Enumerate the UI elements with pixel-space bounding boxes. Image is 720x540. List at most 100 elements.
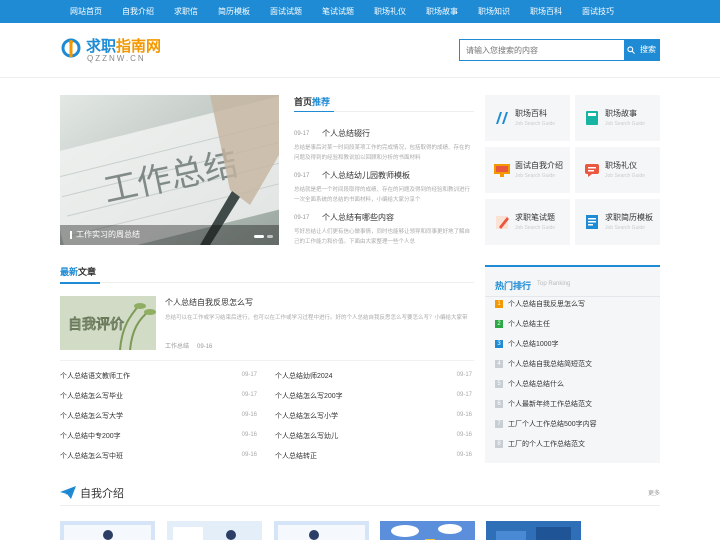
more-link[interactable]: 更多 — [648, 488, 660, 497]
nav-written-tests[interactable]: 笔试试题 — [312, 0, 364, 23]
category-grid: 职场百科 Job Search Guide 职场故事 Job Search Gu… — [485, 95, 660, 245]
latest-main-thumbnail[interactable]: 自我评价 — [60, 296, 156, 350]
latest-main-image: 自我评价 — [60, 296, 156, 350]
list-item[interactable]: 个人总结怎么写幼儿 09-16 — [275, 431, 472, 443]
hot-item[interactable]: 4 个人总结自我总结简短范文 — [495, 359, 655, 371]
hot-item[interactable]: 1 个人总结自我反思怎么写 — [495, 299, 655, 311]
chat-icon — [585, 164, 599, 177]
list-item[interactable]: 个人总结语文教师工作 09-17 — [60, 371, 257, 383]
featured-item-title[interactable]: 个人总结辍行 — [322, 128, 370, 139]
nav-cover-letter[interactable]: 求职信 — [164, 0, 208, 23]
list-item[interactable]: 个人总结怎么写大学 09-16 — [60, 411, 257, 423]
list-item[interactable]: 个人总结转正 09-16 — [275, 451, 472, 463]
rank-badge: 6 — [495, 400, 503, 408]
monitor-icon — [494, 164, 510, 177]
nav-home[interactable]: 网站首页 — [60, 0, 112, 23]
latest-title: 最新文章 — [60, 267, 97, 277]
hot-item[interactable]: 6 个人最新年终工作总结范文 — [495, 399, 655, 411]
featured-item-title[interactable]: 个人总结有哪些内容 — [322, 212, 394, 223]
latest-main-title[interactable]: 个人总结自我反思怎么写 — [165, 297, 253, 308]
category-resume-templates[interactable]: 求职简历模板 Job Search Guide — [575, 199, 660, 245]
intro-card-image — [380, 521, 475, 540]
self-intro-divider — [60, 505, 660, 506]
banner-pagination — [254, 235, 273, 238]
latest-divider — [60, 282, 474, 284]
hot-item[interactable]: 3 个人总结1000字 — [495, 339, 655, 351]
featured-date: 09-17 — [294, 172, 310, 179]
featured-section: 首页推荐 09-17 个人总结辍行 总结是事后对某一时间段某项工作的完成情况，包括… — [294, 95, 474, 245]
pen-icon — [496, 216, 509, 229]
nav-encyclopedia[interactable]: 职场百科 — [520, 0, 572, 23]
nav-interview-questions[interactable]: 面试试题 — [260, 0, 312, 23]
site-logo[interactable]: 求职指南网 QZZNW.CN — [60, 35, 170, 67]
intro-card-image — [486, 521, 581, 540]
search-input[interactable] — [460, 40, 623, 60]
hot-item[interactable]: 5 个人总结总结什么 — [495, 379, 655, 391]
hot-item[interactable]: 2 个人总结主任 — [495, 319, 655, 331]
featured-date: 09-17 — [294, 214, 310, 221]
latest-main-meta: 工作总结 09-16 — [165, 341, 220, 350]
list-item[interactable]: 个人总结幼师2024 09-17 — [275, 371, 472, 383]
banner-dot-1[interactable] — [254, 235, 264, 238]
featured-item[interactable]: 09-17 个人总结幼儿园教师模板 总结就是把一个时间段取得的成绩、存在的问题及得… — [294, 170, 474, 205]
list-item[interactable]: 个人总结怎么写毕业 09-17 — [60, 391, 257, 403]
nav-interview-tips[interactable]: 面试技巧 — [572, 0, 624, 23]
hot-item[interactable]: 8 工厂的个人工作总结范文 — [495, 439, 655, 451]
rank-badge: 3 — [495, 340, 503, 348]
category-encyclopedia[interactable]: 职场百科 Job Search Guide — [485, 95, 570, 141]
banner-caption[interactable]: 工作实习的周总结 — [60, 225, 279, 245]
category-interview-intro[interactable]: 面试自我介绍 Job Search Guide — [485, 147, 570, 193]
logo-subtext: QZZNW.CN — [87, 54, 146, 63]
intro-card-image — [60, 521, 155, 540]
banner-dot-2[interactable] — [267, 235, 273, 238]
intro-card[interactable] — [274, 521, 369, 540]
intro-card[interactable] — [380, 521, 475, 540]
hot-ranking-subtitle: Top Ranking — [537, 281, 571, 287]
rank-badge: 1 — [495, 300, 503, 308]
search-icon — [627, 46, 635, 54]
hot-item[interactable]: 7 工厂个人工作总结500字内容 — [495, 419, 655, 431]
category-etiquette[interactable]: 职场礼仪 Job Search Guide — [575, 147, 660, 193]
category-written-tests[interactable]: 求职笔试题 Job Search Guide — [485, 199, 570, 245]
banner-carousel[interactable]: 工作总结 工作实习的周总结 — [60, 95, 279, 245]
rank-badge: 5 — [495, 380, 503, 388]
search-button-label: 搜索 — [640, 45, 656, 54]
featured-item-desc: 写好总结让人们更有信心做事情，同时也能够让领导和同事更好地了解自己的工作能力和价… — [294, 229, 471, 245]
document-icon — [586, 215, 598, 229]
intro-card[interactable] — [167, 521, 262, 540]
top-nav: 网站首页 自我介绍 求职信 简历模板 面试试题 笔试试题 职场礼仪 职场故事 职… — [0, 0, 720, 23]
search-button[interactable]: 搜索 — [624, 40, 660, 60]
featured-title: 首页推荐 — [294, 97, 331, 107]
latest-main-category[interactable]: 工作总结 — [165, 344, 189, 350]
nav-knowledge[interactable]: 职场知识 — [468, 0, 520, 23]
site-header: 求职指南网 QZZNW.CN 搜索 — [0, 23, 720, 78]
featured-item[interactable]: 09-17 个人总结辍行 总结是事后对某一时间段某项工作的完成情况，包括取得的成绩… — [294, 128, 474, 163]
search-box: 搜索 — [459, 39, 660, 61]
hot-divider — [485, 296, 660, 297]
list-item[interactable]: 个人总结怎么写中班 09-16 — [60, 451, 257, 463]
featured-divider — [294, 111, 474, 112]
featured-item[interactable]: 09-17 个人总结有哪些内容 写好总结让人们更有信心做事情，同时也能够让领导和同… — [294, 212, 474, 247]
rank-badge: 4 — [495, 360, 503, 368]
paper-plane-icon — [60, 486, 76, 499]
svg-text:自我评价: 自我评价 — [68, 316, 125, 332]
category-stories[interactable]: 职场故事 Job Search Guide — [575, 95, 660, 141]
top-nav-items: 网站首页 自我介绍 求职信 简历模板 面试试题 笔试试题 职场礼仪 职场故事 职… — [60, 0, 624, 23]
latest-main-desc: 总结可以在工作或学习结束后进行，也可以在工作或学习过程中进行。好的个人总结自我反… — [165, 315, 468, 321]
latest-main-date: 09-16 — [197, 344, 213, 350]
hot-ranking-title: 热门排行 — [495, 281, 532, 291]
intro-card-image — [274, 521, 369, 540]
list-item[interactable]: 个人总结怎么写200字 09-17 — [275, 391, 472, 403]
nav-stories[interactable]: 职场故事 — [416, 0, 468, 23]
rank-badge: 7 — [495, 420, 503, 428]
featured-item-title[interactable]: 个人总结幼儿园教师模板 — [322, 170, 410, 181]
intro-card[interactable] — [60, 521, 155, 540]
list-item[interactable]: 个人总结怎么写小学 09-16 — [275, 411, 472, 423]
logo-text: 求职指南网 — [86, 38, 162, 55]
nav-self-intro[interactable]: 自我介绍 — [112, 0, 164, 23]
banner-image: 工作总结 — [60, 95, 279, 245]
intro-card[interactable] — [486, 521, 581, 540]
nav-resume-templates[interactable]: 简历模板 — [208, 0, 260, 23]
nav-etiquette[interactable]: 职场礼仪 — [364, 0, 416, 23]
list-item[interactable]: 个人总结中专200字 09-16 — [60, 431, 257, 443]
